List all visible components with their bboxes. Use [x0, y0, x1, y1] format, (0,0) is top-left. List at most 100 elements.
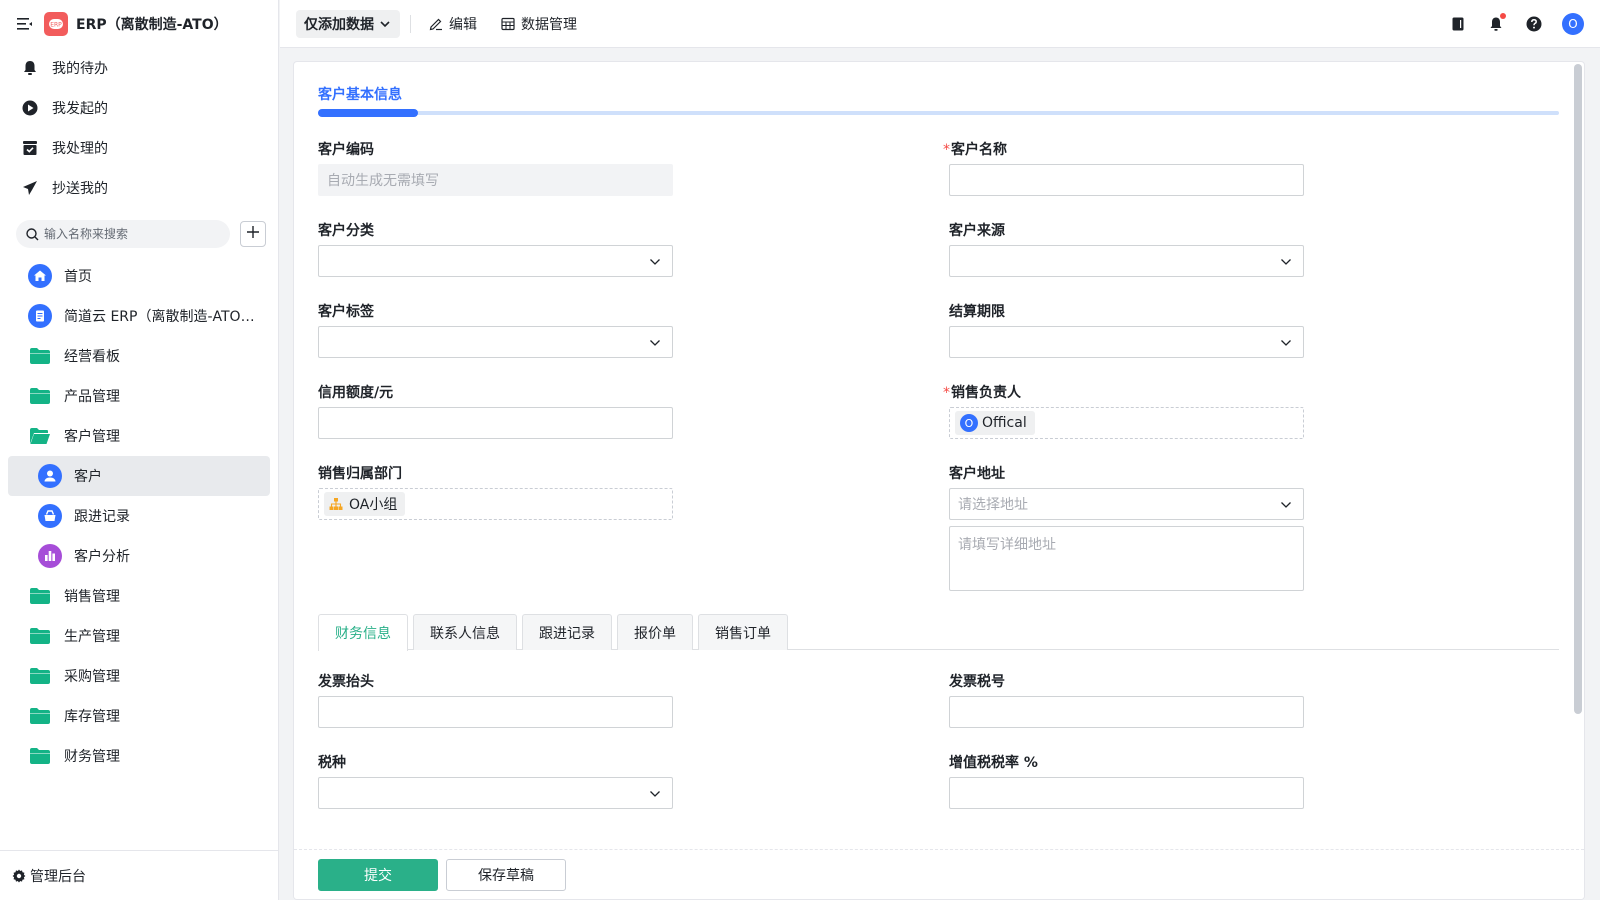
sidebar-item-customer-analysis[interactable]: 客户分析	[8, 536, 270, 576]
field-label: 增值税税率 %	[949, 755, 1038, 771]
tab-quotations[interactable]: 报价单	[617, 614, 693, 650]
mode-dropdown[interactable]: 仅添加数据	[296, 9, 400, 38]
admin-console-link[interactable]: 管理后台	[0, 850, 278, 900]
address-region-select[interactable]: 请选择地址	[949, 488, 1304, 520]
sidebar-item-home[interactable]: 首页	[8, 256, 270, 296]
member-avatar: O	[960, 414, 978, 432]
folder-icon	[28, 704, 52, 728]
data-manage-button[interactable]: 数据管理	[501, 14, 577, 34]
invoice-title-input[interactable]	[318, 696, 673, 728]
sidebar-item-label: 跟进记录	[74, 509, 130, 525]
field-label-text: 客户名称	[951, 142, 1007, 158]
send-icon	[20, 178, 40, 198]
field-label: 发票抬头	[318, 674, 374, 690]
sidebar-search[interactable]	[16, 220, 230, 248]
address-region-placeholder: 请选择地址	[958, 497, 1028, 513]
customer-name-input[interactable]	[949, 164, 1304, 196]
member-chip[interactable]: O Offical	[955, 411, 1035, 435]
sidebar-item-label: 经营看板	[64, 349, 120, 365]
field-vat-rate: 增值税税率 %	[949, 753, 1304, 809]
search-input[interactable]	[44, 227, 214, 241]
table-icon	[501, 17, 515, 31]
address-detail-textarea[interactable]: 请填写详细地址	[949, 526, 1304, 591]
followup-icon	[38, 504, 62, 528]
field-label: 客户分类	[318, 223, 374, 239]
form-footer: 提交 保存草稿	[294, 849, 1584, 899]
sidebar-item-sales-mgmt[interactable]: 销售管理	[8, 576, 270, 616]
required-mark: *	[943, 385, 950, 401]
sidebar-item-my-initiated[interactable]: 我发起的	[0, 88, 278, 128]
sidebar-item-label: 财务管理	[64, 749, 120, 765]
tab-contact-info[interactable]: 联系人信息	[413, 614, 517, 650]
customer-tags-select[interactable]	[318, 326, 673, 358]
sidebar-item-label: 客户管理	[64, 429, 120, 445]
sidebar-item-product-mgmt[interactable]: 产品管理	[8, 376, 270, 416]
sidebar-item-followup[interactable]: 跟进记录	[8, 496, 270, 536]
settlement-period-select[interactable]	[949, 326, 1304, 358]
document-icon	[28, 304, 52, 328]
field-label: 客户编码	[318, 142, 374, 158]
field-label: 信用额度/元	[318, 385, 394, 401]
sidebar-item-production-mgmt[interactable]: 生产管理	[8, 616, 270, 656]
field-sales-dept: 销售归属部门 OA小组	[318, 464, 673, 520]
notification-bell-icon[interactable]	[1486, 13, 1506, 34]
folder-open-icon	[28, 424, 52, 448]
field-customer-category: 客户分类	[318, 221, 673, 277]
field-label: 结算期限	[949, 304, 1005, 320]
svg-text:ERP: ERP	[50, 22, 62, 29]
folder-icon	[28, 664, 52, 688]
sidebar-item-cc-me[interactable]: 抄送我的	[0, 168, 278, 208]
notebook-icon[interactable]	[1448, 14, 1468, 34]
help-icon[interactable]	[1524, 14, 1544, 34]
sidebar-item-erp-intro[interactable]: 简道云 ERP（离散制造-ATO）...	[8, 296, 270, 336]
sidebar-item-label: 库存管理	[64, 709, 120, 725]
sidebar-item-business-board[interactable]: 经营看板	[8, 336, 270, 376]
dept-name: OA小组	[349, 497, 398, 513]
folder-icon	[28, 344, 52, 368]
sidebar-header: ERP ERP（离散制造-ATO）	[0, 0, 278, 48]
sidebar-item-label: 我的待办	[52, 61, 108, 77]
sidebar-item-finance-mgmt[interactable]: 财务管理	[8, 736, 270, 776]
field-label: 税种	[318, 755, 346, 771]
folder-icon	[28, 384, 52, 408]
tab-followup-records[interactable]: 跟进记录	[522, 614, 612, 650]
chevron-down-icon	[648, 255, 662, 269]
user-avatar[interactable]: O	[1562, 13, 1584, 35]
chart-icon	[38, 544, 62, 568]
section-title-basic-info[interactable]: 客户基本信息	[318, 84, 402, 104]
tab-finance-info[interactable]: 财务信息	[318, 614, 408, 651]
customer-category-select[interactable]	[318, 245, 673, 277]
sales-owner-picker[interactable]: O Offical	[949, 407, 1304, 439]
field-label: *销售负责人	[943, 383, 1304, 403]
field-customer-address: 客户地址 请选择地址 请填写详细地址	[949, 464, 1304, 591]
credit-limit-input[interactable]	[318, 407, 673, 439]
edit-button[interactable]: 编辑	[429, 14, 477, 34]
tab-sales-orders[interactable]: 销售订单	[698, 614, 788, 650]
scrollbar[interactable]	[1574, 64, 1582, 714]
submit-button[interactable]: 提交	[318, 858, 438, 891]
sidebar-item-label: 我处理的	[52, 141, 108, 157]
sidebar-item-inventory-mgmt[interactable]: 库存管理	[8, 696, 270, 736]
field-sales-owner: *销售负责人 O Offical	[943, 383, 1304, 439]
tax-type-select[interactable]	[318, 777, 673, 809]
field-customer-tags: 客户标签	[318, 302, 673, 358]
sidebar-item-purchase-mgmt[interactable]: 采购管理	[8, 656, 270, 696]
sidebar-item-my-todo[interactable]: 我的待办	[0, 48, 278, 88]
tax-number-input[interactable]	[949, 696, 1304, 728]
customer-icon	[38, 464, 62, 488]
add-button[interactable]	[240, 221, 266, 247]
sidebar-item-my-handled[interactable]: 我处理的	[0, 128, 278, 168]
sidebar-item-customer-mgmt[interactable]: 客户管理	[8, 416, 270, 456]
dept-chip[interactable]: OA小组	[324, 492, 406, 516]
sidebar-item-label: 销售管理	[64, 589, 120, 605]
form-card: 客户基本信息 客户编码 自动生成无需填写 *客户名称 客户分类 客户来源 客户标…	[293, 61, 1585, 900]
sales-dept-picker[interactable]: OA小组	[318, 488, 673, 520]
gear-icon	[12, 869, 26, 883]
vat-rate-input[interactable]	[949, 777, 1304, 809]
sidebar-item-customer[interactable]: 客户	[8, 456, 270, 496]
field-tax-number: 发票税号	[949, 672, 1304, 728]
chevron-down-icon	[1279, 336, 1293, 350]
menu-collapse-icon[interactable]	[16, 15, 34, 33]
customer-source-select[interactable]	[949, 245, 1304, 277]
save-draft-button[interactable]: 保存草稿	[446, 858, 566, 891]
